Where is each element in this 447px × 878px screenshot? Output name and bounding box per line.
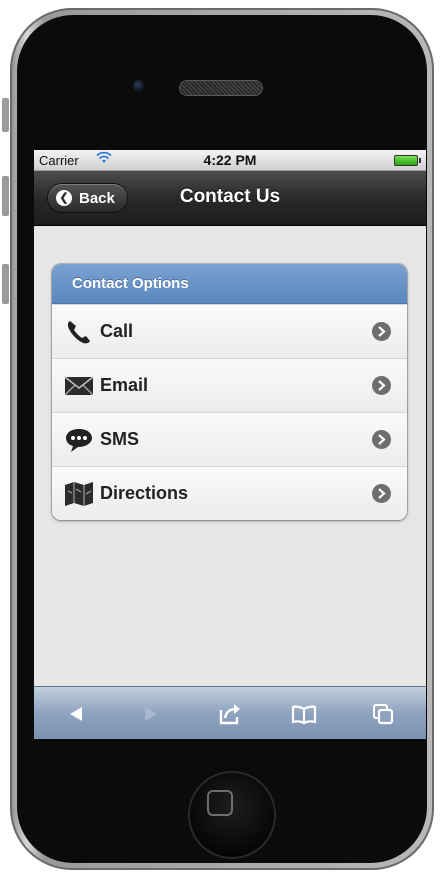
battery-icon: [394, 155, 421, 166]
earpiece-speaker: [180, 81, 262, 95]
navigation-bar: ❮ Back Contact Us: [34, 171, 426, 226]
back-icon[interactable]: [59, 699, 93, 729]
volume-down-button: [2, 264, 9, 304]
status-bar: Carrier 4:22 PM: [34, 150, 426, 171]
list-item-directions[interactable]: Directions: [52, 466, 407, 520]
forward-icon[interactable]: [134, 699, 168, 729]
browser-toolbar: [34, 686, 426, 739]
device-screen: Carrier 4:22 PM ❮ Back Contact Us Contac…: [34, 150, 426, 739]
list-item-label: Directions: [100, 483, 189, 503]
list-item-label: SMS: [100, 429, 140, 449]
chat-bubble-icon: [64, 425, 94, 455]
chevron-right-icon: [372, 322, 391, 341]
page-title: Contact Us: [179, 186, 281, 207]
home-square-icon: [207, 790, 233, 816]
list-item-label: Call: [100, 321, 134, 341]
bookmarks-icon[interactable]: [287, 699, 321, 729]
envelope-icon: [64, 371, 94, 401]
list-item-label: Email: [100, 375, 149, 395]
chevron-right-icon: [372, 430, 391, 449]
list-item-call[interactable]: Call: [52, 304, 407, 358]
list-header: Contact Options: [52, 264, 407, 304]
front-camera: [133, 80, 145, 92]
volume-up-button: [2, 176, 9, 216]
list-item-sms[interactable]: SMS: [52, 412, 407, 466]
chevron-right-icon: [372, 484, 391, 503]
chevron-right-icon: [372, 376, 391, 395]
mute-switch: [2, 98, 9, 132]
phone-icon: [64, 317, 94, 347]
page-content: Contact Options Call Email SMS Direction…: [34, 226, 426, 686]
contact-options-list: Contact Options Call Email SMS Direction…: [52, 264, 407, 520]
home-button[interactable]: [190, 773, 274, 857]
share-icon[interactable]: [213, 699, 247, 729]
list-item-email[interactable]: Email: [52, 358, 407, 412]
status-time: 4:22 PM: [203, 152, 257, 168]
map-icon: [64, 479, 94, 509]
tabs-icon[interactable]: [366, 699, 400, 729]
